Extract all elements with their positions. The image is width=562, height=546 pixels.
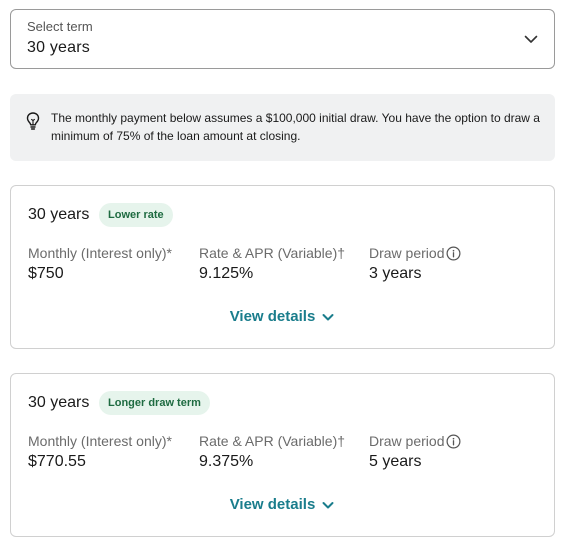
- info-icon[interactable]: [446, 246, 461, 261]
- monthly-value: $770.55: [28, 453, 86, 470]
- monthly-payment: Monthly (Interest only)* $750: [28, 245, 172, 283]
- term-select-value: 30 years: [27, 39, 90, 56]
- offer-badge: Longer draw term: [99, 391, 210, 415]
- draw-label: Draw period: [369, 245, 445, 261]
- term-select-label: Select term: [27, 19, 93, 34]
- offer-term: 30 years: [28, 394, 90, 411]
- rate-label: Rate & APR (Variable)†: [199, 245, 346, 261]
- view-details-button[interactable]: View details: [11, 496, 554, 513]
- chevron-down-icon: [322, 313, 334, 320]
- rate-label: Rate & APR (Variable)†: [199, 433, 346, 449]
- offer-card: 30 years Longer draw term Monthly (Inter…: [10, 373, 555, 537]
- rate-value: 9.125%: [199, 265, 254, 282]
- draw-value: 5 years: [369, 453, 422, 470]
- draw-label: Draw period: [369, 433, 445, 449]
- rate-value: 9.375%: [199, 453, 254, 470]
- draw-value: 3 years: [369, 265, 422, 282]
- view-details-button[interactable]: View details: [11, 308, 554, 325]
- monthly-label: Monthly (Interest only)*: [28, 433, 172, 449]
- offer-term: 30 years: [28, 206, 90, 223]
- monthly-payment: Monthly (Interest only)* $770.55: [28, 433, 172, 471]
- info-notice-text: The monthly payment below assumes a $100…: [51, 111, 540, 143]
- draw-period: Draw period 3 years: [369, 245, 461, 283]
- info-icon[interactable]: [446, 434, 461, 449]
- lightbulb-icon: [26, 112, 40, 130]
- info-notice: The monthly payment below assumes a $100…: [10, 94, 555, 161]
- monthly-value: $750: [28, 265, 64, 282]
- chevron-down-icon: [322, 501, 334, 508]
- offer-badge: Lower rate: [99, 203, 173, 227]
- chevron-down-icon: [524, 35, 538, 43]
- draw-period: Draw period 5 years: [369, 433, 461, 471]
- offer-card: 30 years Lower rate Monthly (Interest on…: [10, 185, 555, 349]
- view-details-label: View details: [229, 496, 316, 513]
- view-details-label: View details: [229, 308, 316, 325]
- term-select[interactable]: Select term 30 years: [10, 9, 555, 69]
- monthly-label: Monthly (Interest only)*: [28, 245, 172, 261]
- rate-apr: Rate & APR (Variable)† 9.375%: [199, 433, 345, 471]
- rate-apr: Rate & APR (Variable)† 9.125%: [199, 245, 345, 283]
